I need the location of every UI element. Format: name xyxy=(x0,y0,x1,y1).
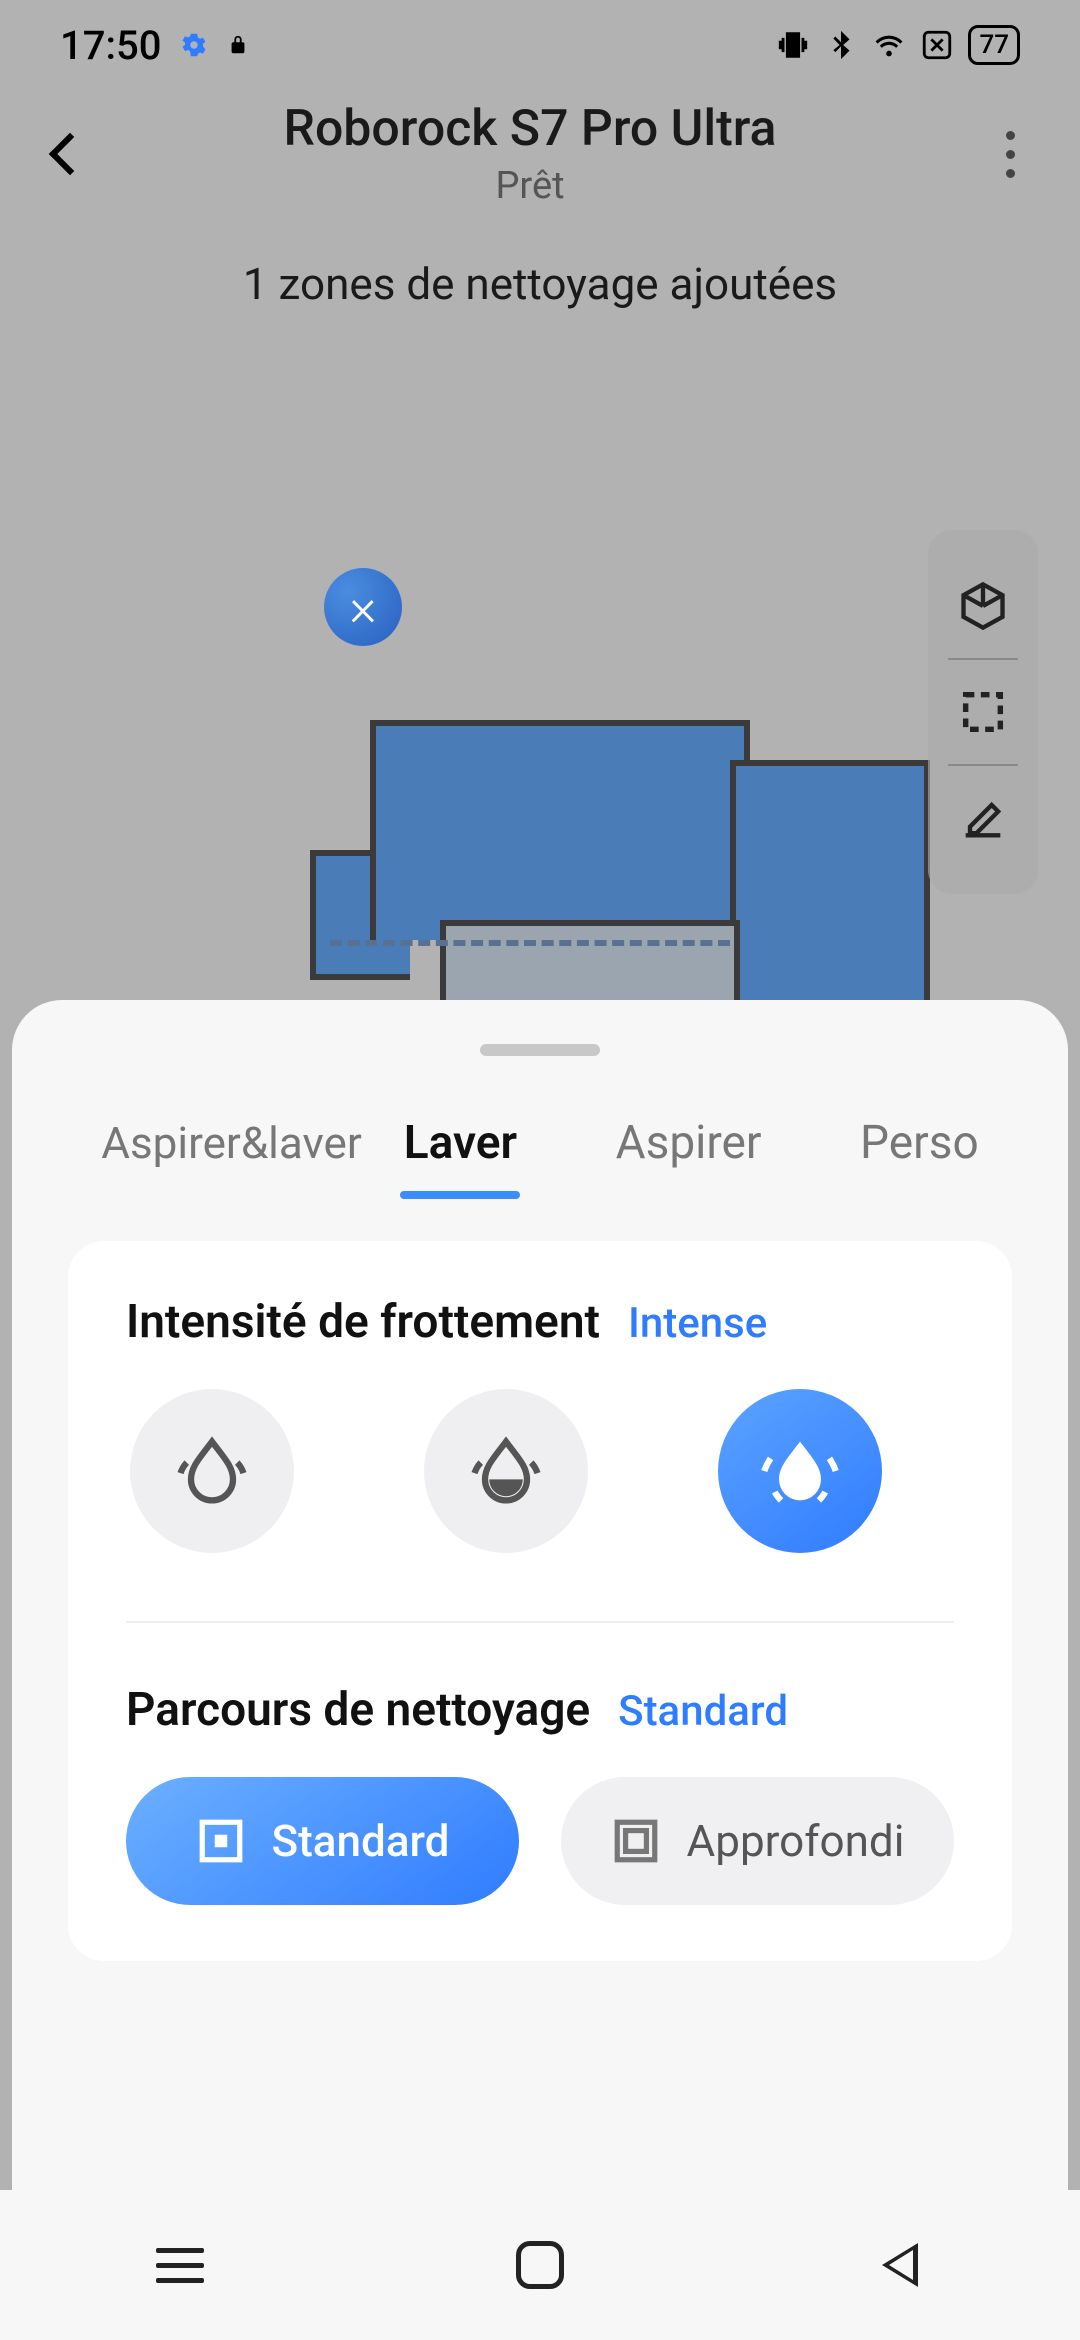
water-drop-low-icon xyxy=(170,1429,254,1513)
header-title-area: Roborock S7 Pro Ultra Prêt xyxy=(80,100,980,208)
wifi-icon xyxy=(872,28,906,62)
status-left: 17:50 xyxy=(60,22,249,69)
status-right: 77 xyxy=(776,25,1020,65)
device-status: Prêt xyxy=(80,164,980,208)
route-standard-button[interactable]: Standard xyxy=(126,1777,519,1905)
screen: 17:50 77 Roborock S7 Pro Ultra Prêt xyxy=(0,0,1080,2340)
room-shape xyxy=(370,720,750,940)
vibrate-icon xyxy=(776,28,810,62)
standard-route-icon xyxy=(196,1816,246,1866)
nav-home-button[interactable] xyxy=(490,2235,590,2295)
tab-vacuum[interactable]: Aspirer xyxy=(608,1106,770,1181)
status-time: 17:50 xyxy=(60,22,161,69)
edit-icon xyxy=(957,792,1009,844)
tab-vacuum-mop[interactable]: Aspirer&laver xyxy=(93,1107,313,1179)
route-deep-button[interactable]: Approfondi xyxy=(561,1777,954,1905)
nav-recent-button[interactable] xyxy=(130,2235,230,2295)
edit-map-button[interactable] xyxy=(928,766,1038,870)
dot-icon xyxy=(1006,150,1015,159)
route-header: Parcours de nettoyage Standard xyxy=(126,1683,954,1737)
tab-custom[interactable]: Perso xyxy=(852,1106,987,1181)
mode-tabs: Aspirer&laver Laver Aspirer Perso xyxy=(12,1106,1068,1211)
data-off-icon xyxy=(920,28,954,62)
route-current-value: Standard xyxy=(618,1687,788,1736)
device-title: Roborock S7 Pro Ultra xyxy=(80,100,980,158)
dot-icon xyxy=(1006,169,1015,178)
divider xyxy=(126,1621,954,1623)
nav-back-button[interactable] xyxy=(850,2235,950,2295)
cube-icon xyxy=(957,580,1009,632)
deep-route-icon xyxy=(611,1816,661,1866)
zone-select-button[interactable] xyxy=(928,660,1038,764)
back-triangle-icon xyxy=(882,2243,918,2287)
route-deep-label: Approfondi xyxy=(687,1815,905,1867)
menu-icon xyxy=(156,2248,204,2283)
more-options-button[interactable] xyxy=(980,124,1040,184)
zone-boundary xyxy=(330,940,730,946)
app-header: Roborock S7 Pro Ultra Prêt xyxy=(0,100,1080,208)
water-drop-intense-icon xyxy=(758,1429,842,1513)
zones-added-message: 1 zones de nettoyage ajoutées xyxy=(0,258,1080,310)
intensity-options xyxy=(126,1389,954,1553)
intensity-title: Intensité de frottement xyxy=(126,1295,600,1349)
battery-level: 77 xyxy=(968,25,1020,65)
route-title: Parcours de nettoyage xyxy=(126,1683,590,1737)
close-zone-button[interactable]: × xyxy=(324,568,402,646)
intensity-medium-button[interactable] xyxy=(424,1389,588,1553)
sheet-drag-handle[interactable] xyxy=(480,1044,600,1056)
settings-notification-icon xyxy=(179,30,209,60)
settings-bottom-sheet: Aspirer&laver Laver Aspirer Perso Intens… xyxy=(12,1000,1068,2340)
water-drop-medium-icon xyxy=(464,1429,548,1513)
settings-card: Intensité de frottement Intense Parcours… xyxy=(68,1241,1012,1961)
battery-indicator: 77 xyxy=(968,25,1020,65)
intensity-current-value: Intense xyxy=(628,1299,767,1348)
dot-icon xyxy=(1006,131,1015,140)
bluetooth-icon xyxy=(824,28,858,62)
intensity-intense-button[interactable] xyxy=(718,1389,882,1553)
3d-view-button[interactable] xyxy=(928,554,1038,658)
map-tools-toolbar xyxy=(928,530,1038,894)
system-nav-bar xyxy=(0,2190,1080,2340)
intensity-low-button[interactable] xyxy=(130,1389,294,1553)
selection-icon xyxy=(957,686,1009,738)
tab-mop[interactable]: Laver xyxy=(396,1106,525,1181)
route-standard-label: Standard xyxy=(272,1815,450,1867)
route-options: Standard Approfondi xyxy=(126,1777,954,1905)
status-bar: 17:50 77 xyxy=(0,0,1080,90)
home-icon xyxy=(516,2241,564,2289)
intensity-header: Intensité de frottement Intense xyxy=(126,1295,954,1349)
lock-icon xyxy=(227,30,249,60)
close-icon: × xyxy=(349,577,376,638)
